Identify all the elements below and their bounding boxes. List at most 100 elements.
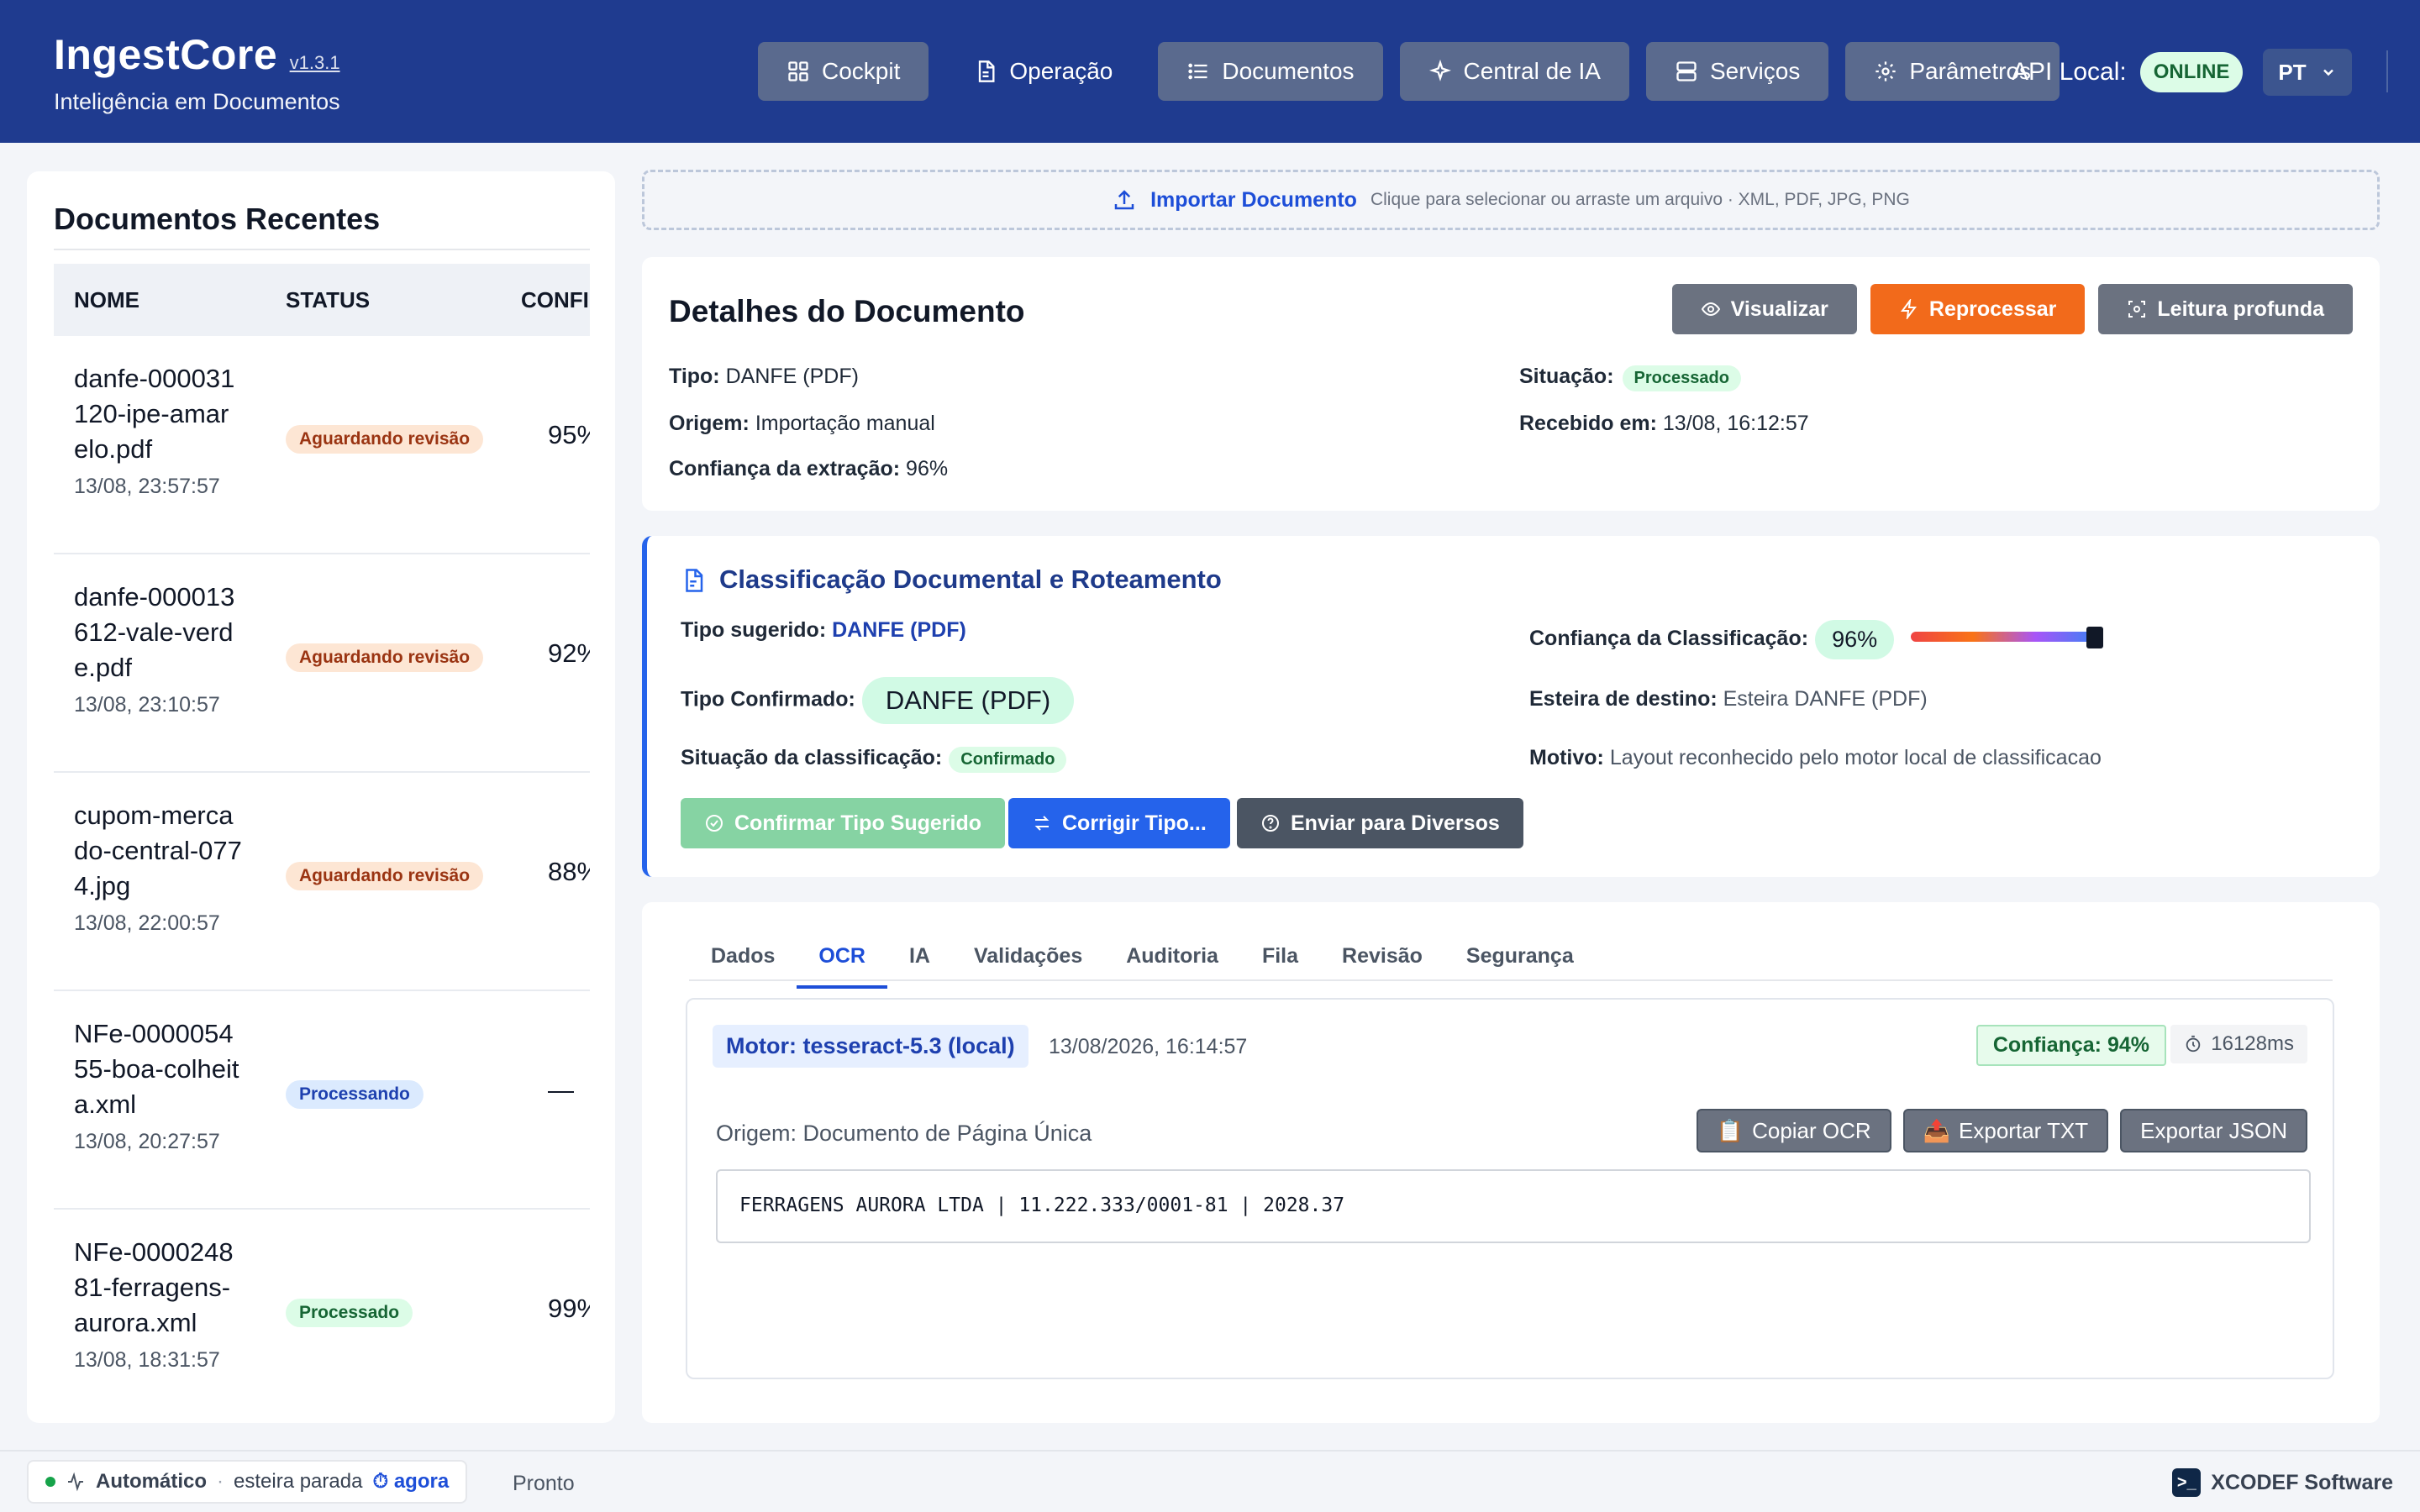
send-misc-button[interactable]: Enviar para Diversos — [1237, 798, 1523, 848]
nav-documentos[interactable]: Documentos — [1158, 42, 1383, 101]
conveyor-state: esteira parada — [234, 1470, 363, 1493]
confidence-bar — [1911, 632, 2097, 642]
app-header: IngestCore v1.3.1 Inteligência em Docume… — [0, 0, 2420, 143]
doc-confidence: 92% — [548, 638, 590, 668]
ocr-duration-value: 16128ms — [2211, 1032, 2294, 1055]
table-row[interactable]: cupom-mercado-central-0774.jpg 13/08, 22… — [54, 773, 590, 991]
check-circle-icon — [706, 815, 723, 832]
field-motivo: Motivo: Layout reconhecido pelo motor lo… — [1529, 746, 2102, 770]
header-divider — [2386, 50, 2388, 92]
ocr-panel: Motor: tesseract-5.3 (local) 13/08/2026,… — [686, 998, 2334, 1379]
ocr-duration: 16128ms — [2170, 1025, 2307, 1063]
table-row[interactable]: danfe-000031120-ipe-amarelo.pdf 13/08, 2… — [54, 336, 590, 554]
ocr-confidence-badge: Confiança: 94% — [1975, 1025, 2166, 1066]
confirm-suggested-button[interactable]: Confirmar Tipo Sugerido — [681, 798, 1005, 848]
doc-date: 13/08, 18:31:57 — [74, 1348, 220, 1372]
deep-read-button[interactable]: Leitura profunda — [2098, 284, 2353, 334]
label: Motivo: — [1529, 746, 1604, 769]
col-name[interactable]: NOME — [74, 287, 139, 313]
automation-status[interactable]: Automático · esteira parada ⏱ agora — [27, 1460, 468, 1504]
nav-servicos[interactable]: Serviços — [1645, 42, 1829, 101]
nav-central-ia[interactable]: Central de IA — [1399, 42, 1629, 101]
label: Situação da classificação: — [681, 746, 943, 769]
scan-icon — [2128, 301, 2146, 318]
nav-cockpit[interactable]: Cockpit — [758, 42, 929, 101]
import-title: Importar Documento — [1150, 187, 1357, 212]
nav-operacao[interactable]: Operação — [945, 42, 1141, 101]
doc-filename: cupom-mercado-central-0774.jpg — [74, 801, 242, 900]
field-esteira: Esteira de destino: Esteira DANFE (PDF) — [1529, 687, 1928, 711]
api-status: API Local: ONLINE PT — [2012, 49, 2353, 96]
field-confianca-classificacao: Confiança da Classificação: 96% — [1529, 620, 1895, 659]
doc-name: NFe-000024881-ferragens-aurora.xml 13/08… — [74, 1235, 242, 1373]
divider — [54, 249, 590, 250]
activity-icon — [68, 1472, 83, 1492]
language-select[interactable]: PT — [2263, 49, 2353, 96]
doc-name: cupom-mercado-central-0774.jpg 13/08, 22… — [74, 798, 242, 936]
doc-name: NFe-000005455-boa-colheita.xml 13/08, 20… — [74, 1016, 242, 1154]
export-json-button[interactable]: Exportar JSON — [2120, 1109, 2307, 1152]
field-situacao: Situação: Processado — [1519, 365, 1741, 391]
language-value: PT — [2278, 59, 2307, 85]
grid-icon — [788, 61, 808, 81]
last-update: ⏱ agora — [372, 1470, 450, 1493]
recent-title: Documentos Recentes — [54, 202, 381, 236]
fix-type-button[interactable]: Corrigir Tipo... — [1008, 798, 1230, 848]
classification-card: Classificação Documental e Roteamento Ti… — [642, 536, 2380, 877]
export-txt-label: Exportar TXT — [1959, 1117, 2089, 1143]
field-tipo-sugerido: Tipo sugerido: DANFE (PDF) — [681, 618, 966, 643]
label: Situação: — [1519, 365, 1614, 388]
deep-read-label: Leitura profunda — [2157, 297, 2324, 321]
fix-label: Corrigir Tipo... — [1062, 811, 1207, 835]
field-origem: Origem: Importação manual — [669, 412, 935, 436]
field-confianca: Confiança da extração: 96% — [669, 457, 948, 481]
tab-divider — [689, 979, 2333, 981]
ocr-origin: Origem: Documento de Página Única — [716, 1121, 1092, 1146]
reprocess-button[interactable]: Reprocessar — [1870, 284, 2086, 334]
status-badge: Processado — [1622, 365, 1741, 391]
doc-filename: NFe-000005455-boa-colheita.xml — [74, 1019, 239, 1119]
ocr-text-output[interactable]: FERRAGENS AURORA LTDA | 11.222.333/0001-… — [716, 1169, 2311, 1243]
value: DANFE (PDF) — [832, 618, 966, 642]
doc-filename: danfe-000013612-vale-verde.pdf — [74, 582, 235, 682]
status-bar: Automático · esteira parada ⏱ agora Pron… — [0, 1450, 2420, 1512]
table-row[interactable]: danfe-000013612-vale-verde.pdf 13/08, 23… — [54, 554, 590, 773]
table-row[interactable]: NFe-000024881-ferragens-aurora.xml 13/08… — [54, 1210, 590, 1394]
value: Esteira DANFE (PDF) — [1723, 687, 1928, 711]
status-badge: Processado — [286, 1299, 413, 1327]
doc-date: 13/08, 23:57:57 — [74, 475, 220, 498]
value: DANFE (PDF) — [725, 365, 859, 388]
copy-ocr-button[interactable]: 📋 Copiar OCR — [1696, 1109, 1891, 1152]
col-conf[interactable]: CONFI — [521, 287, 589, 313]
details-title: Detalhes do Documento — [669, 294, 1025, 328]
label: Recebido em: — [1519, 412, 1657, 435]
vendor-name: XCODEF Software — [2211, 1470, 2393, 1494]
brand: IngestCore v1.3.1 Inteligência em Docume… — [54, 30, 340, 115]
export-txt-button[interactable]: 📤 Exportar TXT — [1902, 1109, 2109, 1152]
status-badge: Processando — [286, 1080, 424, 1109]
value: 13/08, 16:12:57 — [1662, 412, 1809, 435]
view-button[interactable]: Visualizar — [1671, 284, 1857, 334]
server-icon — [1676, 61, 1697, 81]
table-row[interactable]: NFe-000005455-boa-colheita.xml 13/08, 20… — [54, 991, 590, 1210]
app-tagline: Inteligência em Documentos — [54, 89, 340, 114]
upload-icon — [1114, 190, 1134, 210]
confirmed-type-pill: DANFE (PDF) — [861, 677, 1075, 724]
status-badge: Aguardando revisão — [286, 862, 484, 890]
recent-documents-panel: Documentos Recentes NOME STATUS CONFI da… — [27, 171, 615, 1423]
field-tipo-confirmado: Tipo Confirmado: DANFE (PDF) — [681, 677, 1075, 724]
import-dropzone[interactable]: Importar Documento Clique para seleciona… — [642, 170, 2380, 230]
doc-name: danfe-000013612-vale-verde.pdf 13/08, 23… — [74, 580, 242, 717]
sparkle-icon — [1428, 60, 1451, 81]
value: Layout reconhecido pelo motor local de c… — [1609, 746, 2102, 769]
details-actions: Visualizar Reprocessar Leitura profunda — [1671, 284, 2353, 334]
document-tabs-card: Dados OCR IA Validações Auditoria Fila R… — [642, 902, 2380, 1423]
label: Tipo Confirmado: — [681, 687, 855, 711]
value: 96% — [906, 457, 949, 480]
app-version[interactable]: v1.3.1 — [290, 52, 340, 73]
col-status[interactable]: STATUS — [286, 287, 370, 313]
last-update-value: agora — [393, 1470, 450, 1493]
ocr-actions: 📋 Copiar OCR 📤 Exportar TXT Exportar JSO… — [1696, 1109, 2307, 1152]
confirm-label: Confirmar Tipo Sugerido — [734, 811, 981, 835]
doc-date: 13/08, 23:10:57 — [74, 693, 220, 717]
